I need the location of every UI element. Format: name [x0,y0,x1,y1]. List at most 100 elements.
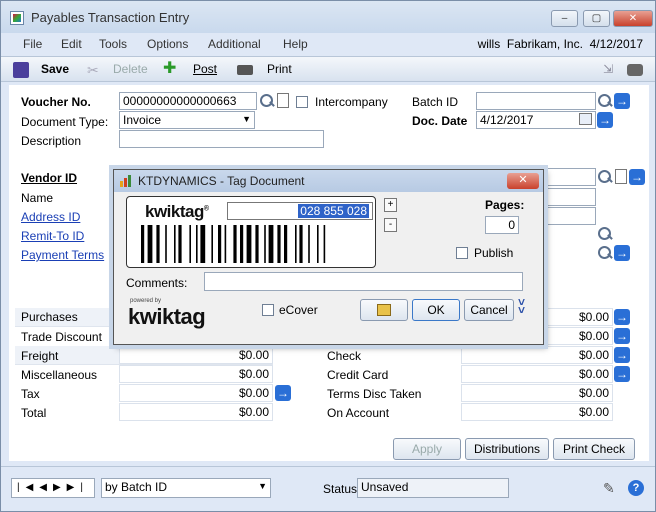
kwiktag-logo: kwiktag® [145,202,209,221]
on-account-label: On Account [327,406,390,420]
tree-icon[interactable]: ⇲ [603,62,619,78]
barcode-bar [196,225,198,263]
publish-checkbox[interactable] [456,247,468,259]
voucher-lookup-icon[interactable] [259,93,275,109]
post-button[interactable]: Post [193,62,217,76]
dialog-close-button[interactable]: ✕ [507,173,539,189]
description-input[interactable] [119,130,324,148]
check-input[interactable]: $0.00 [461,346,613,364]
minus-button[interactable]: - [384,218,397,232]
doctype-label: Document Type: [21,115,109,129]
voucher-note-icon[interactable] [277,93,289,108]
menu-options[interactable]: Options [147,37,188,51]
menu-bar: File Edit Tools Options Additional Help … [1,33,655,55]
help-icon[interactable]: ? [628,480,644,496]
menu-help[interactable]: Help [283,37,308,51]
distributions-button[interactable]: Distributions [465,438,549,460]
plus-button[interactable]: + [384,198,397,212]
remit-label[interactable]: Remit-To ID [21,229,84,243]
status-field: Unsaved [357,478,509,498]
voucher-input[interactable]: 00000000000000663 [119,92,257,110]
comments-input[interactable] [204,272,523,291]
purchases-label: Purchases [21,310,78,324]
barcode-bar [147,225,153,263]
vendor-expand-icon[interactable]: → [629,169,645,185]
kwiktag-large-logo: kwiktag [128,304,206,330]
printer-setup-icon[interactable] [627,64,643,76]
terms-lookup-icon[interactable] [597,245,613,261]
docdate-input[interactable]: 4/12/2017 [476,111,596,129]
brand-large-text: kwiktag [128,304,206,329]
barcode-bar [165,225,167,263]
barcode-bar [277,225,281,263]
user-name: wills [477,37,501,51]
print-button[interactable]: Print [267,62,292,76]
credit-card-label: Credit Card [327,368,389,382]
check-expand-icon[interactable]: → [614,347,630,363]
menu-file[interactable]: File [23,37,42,51]
total-label: Total [21,406,47,420]
minimize-button[interactable]: – [551,10,578,27]
on-account-field: $0.00 [461,403,613,421]
apply-button[interactable]: Apply [393,438,461,460]
printer-icon [237,65,253,75]
barcode-bar [218,225,222,263]
expand-chevron-icon[interactable]: ˅ ˅ [518,296,525,316]
cancel-button[interactable]: Cancel [464,299,514,321]
tag-number-input[interactable]: 028 855 028 [227,202,373,220]
scan-button[interactable] [360,299,408,321]
tax-expand-icon[interactable]: → [275,385,291,401]
doctype-select[interactable]: Invoice ▼ [119,111,255,129]
barcode-bar [174,225,176,263]
maximize-button[interactable]: ▢ [583,10,610,27]
misc-input[interactable]: $0.00 [119,365,273,383]
credit-card-input[interactable]: $0.00 [461,365,613,383]
right-amount-2-expand-icon[interactable]: → [614,328,630,344]
tag-document-dialog: KTDYNAMICS - Tag Document ✕ kwiktag® 028… [113,169,544,345]
vendor-label[interactable]: Vendor ID [21,171,77,185]
right-amount-1-expand-icon[interactable]: → [614,309,630,325]
sort-select[interactable]: by Batch ID ▼ [101,478,271,498]
print-check-button[interactable]: Print Check [553,438,635,460]
menu-additional[interactable]: Additional [208,37,261,51]
barcode-bar [178,225,182,263]
vendor-note-icon[interactable] [615,169,627,184]
terms-expand-icon[interactable]: → [614,245,630,261]
name-label: Name [21,191,54,205]
batch-lookup-icon[interactable] [597,93,613,109]
save-button[interactable]: Save [41,62,69,76]
intercompany-checkbox[interactable] [296,96,308,108]
brand-text: kwiktag [145,202,204,221]
ecover-checkbox[interactable] [262,304,274,316]
barcode-bar [246,225,252,263]
misc-label: Miscellaneous [21,368,98,382]
calendar-icon[interactable] [579,113,592,125]
menu-edit[interactable]: Edit [61,37,82,51]
credit-card-expand-icon[interactable]: → [614,366,630,382]
batch-expand-icon[interactable]: → [614,93,630,109]
ok-button[interactable]: OK [412,299,460,321]
batch-input[interactable] [476,92,596,110]
menu-tools[interactable]: Tools [99,37,127,51]
barcode-image [141,225,326,263]
pages-input[interactable]: 0 [485,216,519,234]
freight-label: Freight [21,349,59,363]
terms-label[interactable]: Payment Terms [21,248,104,262]
docdate-expand-icon[interactable]: → [597,112,613,128]
freight-input[interactable]: $0.00 [119,346,273,364]
kt-logo-icon [120,175,131,187]
tax-input[interactable]: $0.00 [119,384,273,402]
session-info: wills Fabrikam, Inc. 4/12/2017 [478,37,643,51]
close-button[interactable]: ✕ [613,10,653,27]
barcode-bar [240,225,244,263]
docdate-label: Doc. Date [412,114,468,128]
vendor-lookup-icon[interactable] [597,169,613,185]
pages-label: Pages: [485,198,525,212]
terms-disc-label: Terms Disc Taken [327,387,422,401]
note-icon[interactable]: ✎ [603,480,619,496]
barcode-bar [299,225,303,263]
address-label[interactable]: Address ID [21,210,80,224]
delete-button[interactable]: Delete [113,62,148,76]
record-navigation[interactable]: |◀◀▶▶| [11,478,95,498]
remit-lookup-icon[interactable] [597,226,613,242]
